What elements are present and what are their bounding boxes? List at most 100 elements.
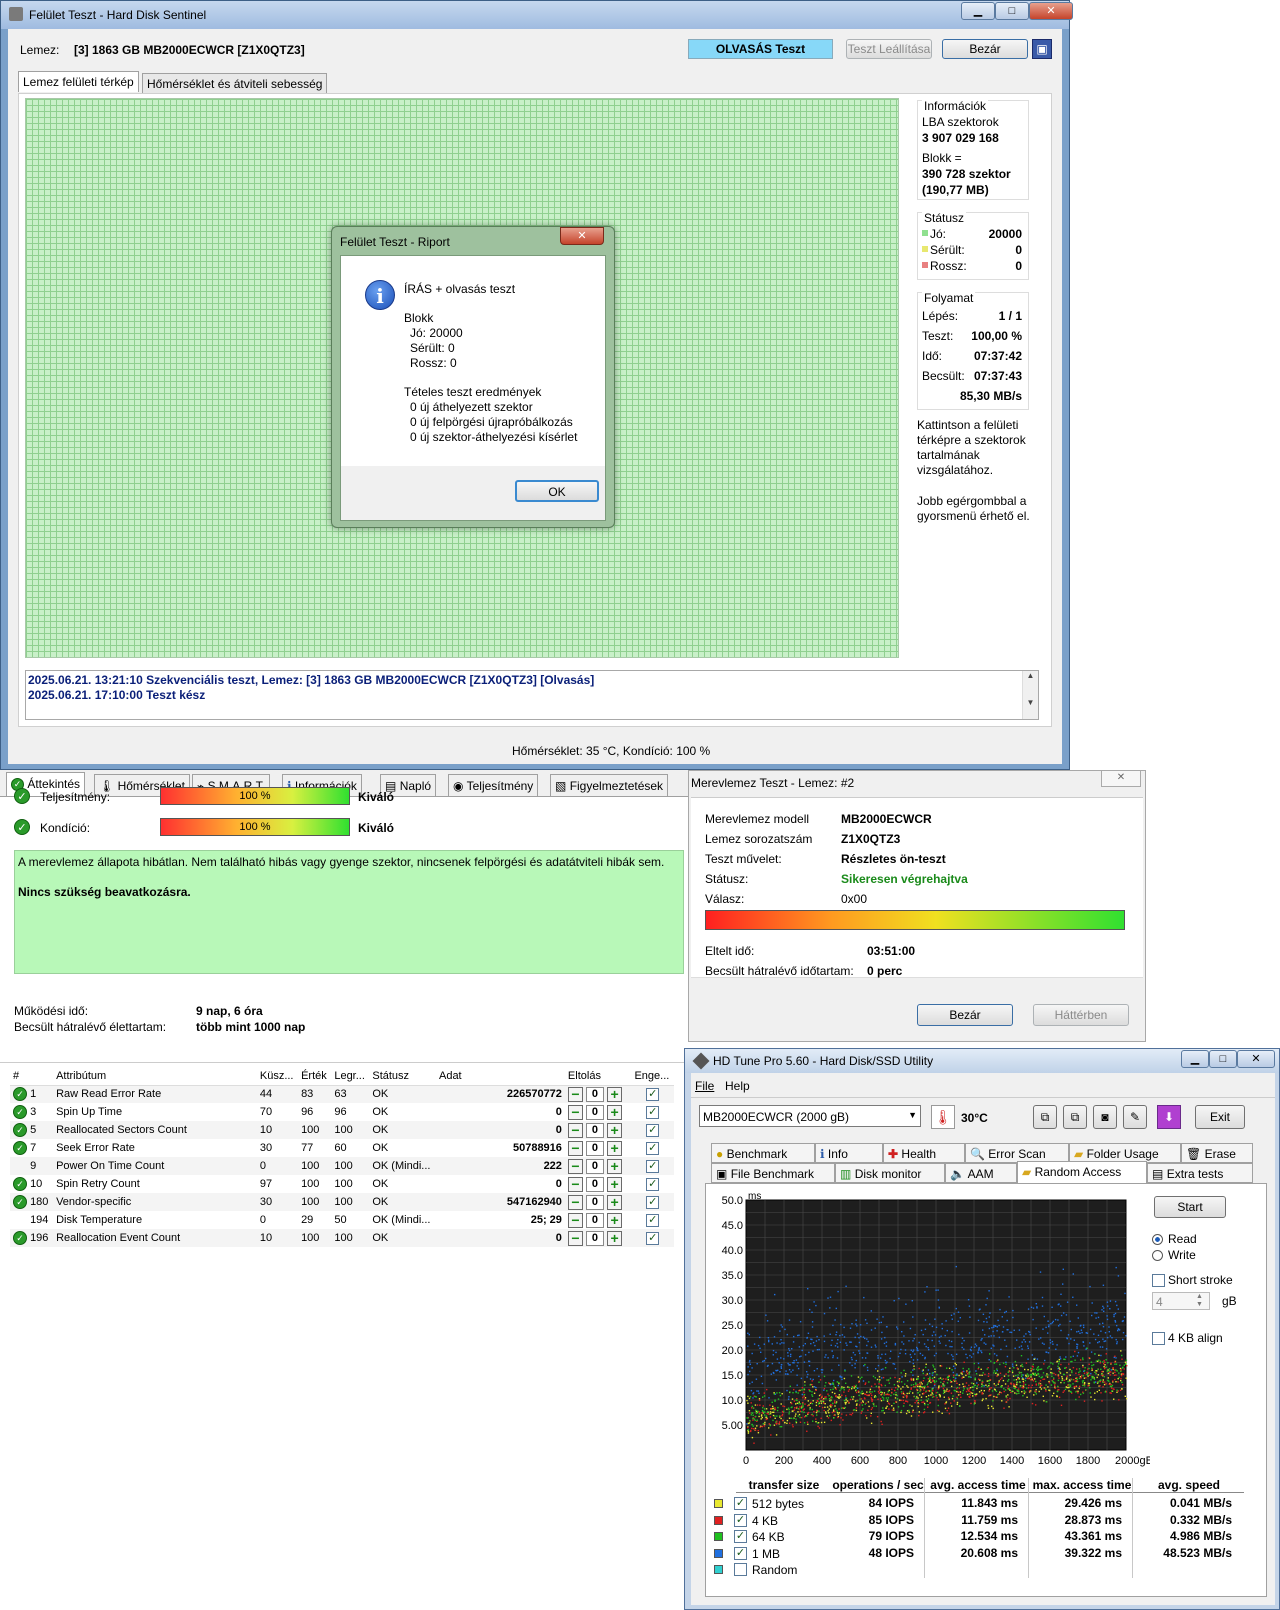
- download-icon[interactable]: ⬇: [1157, 1105, 1181, 1129]
- minimize-icon[interactable]: ▁: [961, 2, 995, 20]
- log-scrollbar[interactable]: ▲ ▼: [1022, 671, 1038, 719]
- minus-icon[interactable]: −: [567, 1194, 583, 1210]
- minus-icon[interactable]: −: [567, 1140, 583, 1156]
- series-checkbox[interactable]: ✓: [734, 1497, 747, 1510]
- table-row[interactable]: ✓ 1 Raw Read Error Rate 44 83 63 OK 226570772−…: [10, 1085, 674, 1103]
- smart-column-header[interactable]: Érték: [298, 1067, 332, 1086]
- enable-checkbox[interactable]: ✓: [646, 1087, 660, 1101]
- copy-icon[interactable]: ⧉: [1033, 1105, 1057, 1129]
- read-radio[interactable]: [1152, 1234, 1163, 1245]
- tab-performance[interactable]: ◉ Teljesítmény: [448, 774, 539, 796]
- write-radio[interactable]: [1152, 1250, 1163, 1261]
- smart-column-header[interactable]: Legr...: [331, 1067, 370, 1086]
- tab-folder-usage[interactable]: ▰ Folder Usage: [1069, 1143, 1181, 1163]
- enable-checkbox[interactable]: ✓: [646, 1105, 660, 1119]
- tab-health[interactable]: ✚ Health: [883, 1143, 965, 1163]
- enable-checkbox[interactable]: ✓: [646, 1177, 660, 1191]
- plus-icon[interactable]: +: [607, 1194, 623, 1210]
- table-row[interactable]: ✓ 3 Spin Up Time 70 96 96 OK 0− 0 + ✓: [10, 1103, 674, 1121]
- minus-icon[interactable]: −: [567, 1158, 583, 1174]
- short-stroke-checkbox[interactable]: [1152, 1274, 1165, 1287]
- plus-icon[interactable]: +: [607, 1176, 623, 1192]
- save-icon[interactable]: ▣: [1032, 39, 1052, 59]
- maximize-icon[interactable]: □: [1209, 1050, 1237, 1068]
- series-checkbox[interactable]: ✓: [734, 1546, 747, 1560]
- tab-info[interactable]: ℹ Info: [815, 1143, 883, 1163]
- minus-icon[interactable]: −: [567, 1230, 583, 1246]
- align-checkbox[interactable]: [1152, 1332, 1165, 1345]
- enable-checkbox[interactable]: ✓: [646, 1213, 660, 1227]
- smart-column-header[interactable]: Eltolás: [564, 1067, 632, 1086]
- plus-icon[interactable]: +: [607, 1122, 623, 1138]
- plus-icon[interactable]: +: [607, 1158, 623, 1174]
- dialog-close-icon[interactable]: ✕: [560, 227, 604, 245]
- tab-surface-map[interactable]: Lemez felületi térkép: [18, 71, 139, 92]
- smart-column-header[interactable]: Státusz: [369, 1067, 436, 1086]
- menu-file[interactable]: File: [695, 1079, 714, 1093]
- close-button[interactable]: Bezár: [942, 39, 1028, 59]
- tab-alerts[interactable]: ▧ Figyelmeztetések: [550, 774, 669, 796]
- exit-button[interactable]: Exit: [1195, 1105, 1245, 1129]
- minus-icon[interactable]: −: [567, 1086, 583, 1102]
- plus-icon[interactable]: +: [607, 1230, 623, 1246]
- minus-icon[interactable]: −: [567, 1212, 583, 1228]
- plus-icon[interactable]: +: [607, 1212, 623, 1228]
- minus-icon[interactable]: −: [567, 1122, 583, 1138]
- title-bar[interactable]: HD Tune Pro 5.60 - Hard Disk/SSD Utility…: [685, 1049, 1279, 1073]
- stop-test-button[interactable]: Teszt Leállítása: [846, 39, 932, 59]
- title-bar[interactable]: Felület Teszt - Hard Disk Sentinel ▁ □ ✕: [1, 1, 1073, 29]
- table-row[interactable]: ✓ 180 Vendor-specific 30 100 100 OK 547162940−…: [10, 1193, 674, 1211]
- plus-icon[interactable]: +: [607, 1140, 623, 1156]
- offset-value[interactable]: 0: [585, 1158, 604, 1174]
- offset-value[interactable]: 0: [585, 1086, 604, 1102]
- table-row[interactable]: 9 Power On Time Count 0 100 100 OK (Mindi... 2…: [10, 1157, 674, 1175]
- enable-checkbox[interactable]: ✓: [646, 1195, 660, 1209]
- close-icon[interactable]: ✕: [1237, 1050, 1275, 1068]
- minus-icon[interactable]: −: [567, 1176, 583, 1192]
- enable-checkbox[interactable]: ✓: [646, 1141, 660, 1155]
- ok-button[interactable]: OK: [515, 480, 599, 502]
- enable-checkbox[interactable]: ✓: [646, 1123, 660, 1137]
- smart-column-header[interactable]: Küsz...: [256, 1067, 299, 1086]
- tab-aam[interactable]: 🔈 AAM: [945, 1163, 1017, 1183]
- spinner-icon[interactable]: ▲ ▼: [1196, 1293, 1203, 1309]
- enable-checkbox[interactable]: ✓: [646, 1159, 660, 1173]
- plus-icon[interactable]: +: [607, 1086, 623, 1102]
- background-button[interactable]: Háttérben: [1033, 1004, 1129, 1026]
- close-button[interactable]: Bezár: [917, 1004, 1013, 1026]
- enable-checkbox[interactable]: ✓: [646, 1231, 660, 1245]
- tab-temperature-speed[interactable]: Hőmérséklet és átviteli sebesség: [142, 73, 328, 94]
- offset-value[interactable]: 0: [585, 1230, 604, 1246]
- close-icon[interactable]: ✕: [1029, 2, 1073, 20]
- offset-value[interactable]: 0: [585, 1122, 604, 1138]
- smart-column-header[interactable]: #: [10, 1067, 54, 1086]
- minus-icon[interactable]: −: [567, 1104, 583, 1120]
- offset-value[interactable]: 0: [585, 1104, 604, 1120]
- tab-extra-tests[interactable]: ▤ Extra tests: [1147, 1163, 1253, 1183]
- tab-error-scan[interactable]: 🔍 Error Scan: [965, 1143, 1069, 1163]
- plus-icon[interactable]: +: [607, 1104, 623, 1120]
- menu-help[interactable]: Help: [725, 1079, 750, 1093]
- tab-disk-monitor[interactable]: ▥ Disk monitor: [835, 1163, 945, 1183]
- tab-file-benchmark[interactable]: ▣ File Benchmark: [711, 1163, 835, 1183]
- smart-column-header[interactable]: Adat: [435, 1067, 565, 1086]
- smart-column-header[interactable]: Enge...: [631, 1067, 674, 1086]
- tab-benchmark[interactable]: ● Benchmark: [711, 1143, 815, 1163]
- table-row[interactable]: ✓ 5 Reallocated Sectors Count 10 100 100 OK 0−…: [10, 1121, 674, 1139]
- maximize-icon[interactable]: □: [995, 2, 1029, 20]
- smart-column-header[interactable]: Attribútum: [53, 1067, 257, 1086]
- copy-all-icon[interactable]: ⧉: [1063, 1105, 1087, 1129]
- start-button[interactable]: Start: [1154, 1196, 1226, 1218]
- table-row[interactable]: ✓ 196 Reallocation Event Count 10 100 100 OK 0…: [10, 1229, 674, 1247]
- offset-value[interactable]: 0: [585, 1140, 604, 1156]
- close-icon[interactable]: ✕: [1101, 771, 1141, 787]
- tab-erase[interactable]: 🗑 Erase: [1181, 1143, 1253, 1163]
- table-row[interactable]: ✓ 10 Spin Retry Count 97 100 100 OK 0− 0 + ✓: [10, 1175, 674, 1193]
- series-checkbox[interactable]: [734, 1563, 747, 1576]
- offset-value[interactable]: 0: [585, 1212, 604, 1228]
- offset-value[interactable]: 0: [585, 1194, 604, 1210]
- tab-random-access[interactable]: ▰ Random Access: [1017, 1161, 1147, 1183]
- series-checkbox[interactable]: ✓: [734, 1513, 747, 1527]
- table-row[interactable]: 194 Disk Temperature 0 29 50 OK (Mindi... 25; …: [10, 1211, 674, 1229]
- log-panel[interactable]: 2025.06.21. 13:21:10 Szekvenciális teszt…: [25, 670, 1039, 720]
